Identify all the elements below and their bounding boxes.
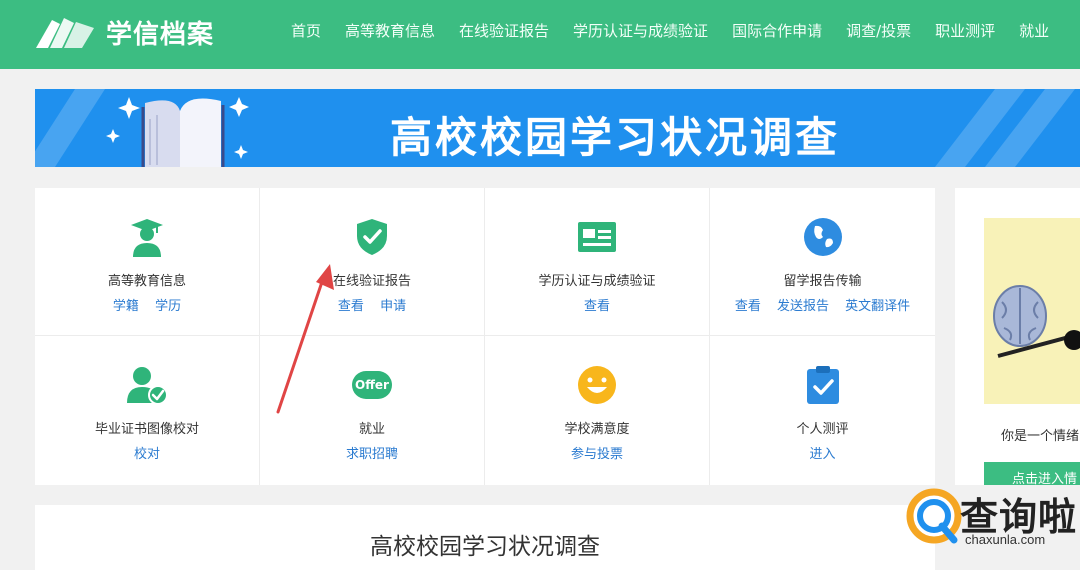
- link-english-translation[interactable]: 英文翻译件: [845, 299, 910, 314]
- service-personal-assessment[interactable]: 个人测评 进入: [710, 336, 935, 485]
- smiley-icon: [575, 363, 619, 407]
- user-check-icon: [125, 363, 169, 407]
- brain-seesaw-icon: [993, 285, 1080, 358]
- nav-item-survey[interactable]: 调查/投票: [846, 20, 911, 41]
- link-job-hunting[interactable]: 求职招聘: [346, 447, 398, 462]
- offer-icon: Offer: [350, 363, 394, 407]
- banner-title: 高校校园学习状况调查: [390, 113, 841, 162]
- link-view-certification[interactable]: 查看: [584, 299, 610, 314]
- nav-item-career-test[interactable]: 职业测评: [935, 20, 995, 41]
- svg-text:Offer: Offer: [355, 378, 389, 392]
- nav-item-higher-education[interactable]: 高等教育信息: [345, 20, 435, 41]
- side-promo-panel: 你是一个情绪 点击进入情: [955, 188, 1080, 485]
- link-enter-assessment[interactable]: 进入: [809, 447, 835, 462]
- link-view-report[interactable]: 查看: [338, 299, 364, 314]
- graduate-icon: [125, 215, 169, 259]
- watermark: 查询啦 chaxunla.com: [900, 482, 1080, 570]
- service-study-abroad-report[interactable]: 留学报告传输 查看 发送报告 英文翻译件: [710, 188, 935, 336]
- section-title: 高校校园学习状况调查: [370, 534, 600, 560]
- logo-book-icon: [36, 18, 94, 48]
- service-links: 查看: [485, 295, 709, 314]
- service-degree-certification[interactable]: 学历认证与成绩验证 查看: [485, 188, 710, 336]
- nav-item-home[interactable]: 首页: [291, 20, 321, 41]
- promo-image[interactable]: [984, 218, 1080, 404]
- link-send-report[interactable]: 发送报告: [777, 299, 829, 314]
- service-links: 参与投票: [485, 443, 709, 462]
- promo-caption: 你是一个情绪: [1001, 429, 1080, 444]
- brand-logo[interactable]: 学信档案: [34, 12, 214, 52]
- service-title: 学历认证与成绩验证: [538, 274, 656, 289]
- service-title: 个人测评: [796, 422, 849, 437]
- link-proofread[interactable]: 校对: [134, 447, 160, 462]
- service-links: 学籍 学历: [35, 295, 259, 314]
- shield-check-icon: [350, 215, 394, 259]
- certificate-card-icon: [575, 215, 619, 259]
- watermark-domain: chaxunla.com: [965, 532, 1046, 547]
- service-links: 进入: [710, 443, 935, 462]
- service-title: 毕业证书图像校对: [94, 422, 199, 437]
- service-diploma-image-check[interactable]: 毕业证书图像校对 校对: [35, 336, 260, 485]
- link-view-abroad[interactable]: 查看: [735, 299, 761, 314]
- link-apply-report[interactable]: 申请: [380, 299, 406, 314]
- open-book-icon: [106, 97, 249, 167]
- service-school-satisfaction[interactable]: 学校满意度 参与投票: [485, 336, 710, 485]
- survey-banner[interactable]: 高校校园学习状况调查: [35, 89, 1080, 167]
- clipboard-check-icon: [801, 363, 845, 407]
- link-degree[interactable]: 学历: [155, 299, 181, 314]
- nav-item-degree-certification[interactable]: 学历认证与成绩验证: [573, 20, 708, 41]
- survey-section: 高校校园学习状况调查: [35, 505, 935, 570]
- service-title: 学校满意度: [564, 422, 630, 437]
- red-arrow-annotation: [276, 264, 334, 414]
- nav-item-international[interactable]: 国际合作申请: [732, 20, 822, 41]
- service-links: 校对: [35, 443, 259, 462]
- nav-item-employment[interactable]: 就业: [1019, 20, 1049, 41]
- brand-name: 学信档案: [106, 19, 215, 50]
- service-title: 留学报告传输: [783, 274, 862, 289]
- nav-item-online-report[interactable]: 在线验证报告: [459, 20, 549, 41]
- service-links: 求职招聘: [260, 443, 484, 462]
- watermark-logo-icon: [906, 488, 962, 544]
- main-nav: 首页 高等教育信息 在线验证报告 学历认证与成绩验证 国际合作申请 调查/投票 …: [291, 0, 1073, 60]
- top-header: 学信档案 首页 高等教育信息 在线验证报告 学历认证与成绩验证 国际合作申请 调…: [0, 0, 1080, 69]
- service-grid: 高等教育信息 学籍 学历 在线验证报告 查看 申请 学历认证与成绩验证 查看 留…: [35, 188, 935, 485]
- globe-icon: [801, 215, 845, 259]
- service-title: 高等教育信息: [107, 274, 186, 289]
- link-vote[interactable]: 参与投票: [571, 447, 623, 462]
- service-title: 就业: [358, 422, 385, 437]
- link-student-status[interactable]: 学籍: [113, 299, 139, 314]
- service-links: 查看 发送报告 英文翻译件: [710, 295, 935, 314]
- service-higher-education[interactable]: 高等教育信息 学籍 学历: [35, 188, 260, 336]
